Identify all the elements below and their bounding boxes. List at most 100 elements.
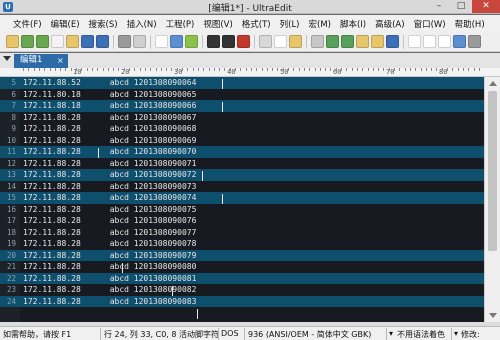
vertical-scrollbar[interactable] [484,77,500,322]
line-text[interactable]: 172.11.88.28 abcd 1201308090079 [23,250,196,262]
line-text[interactable]: 172.11.88.28 abcd 1201308090082 [23,284,196,296]
editor-line[interactable]: 20 172.11.88.28 abcd 1201308090079 [0,249,484,262]
tile-vertical-icon[interactable] [438,35,451,48]
line-text[interactable]: 172.11.88.28 abcd 1201308090070 [23,146,196,158]
line-text[interactable]: 172.11.88.28 abcd 1201308090083 [23,296,196,308]
page-icon[interactable] [155,35,168,48]
editor-line[interactable]: 22 172.11.88.28 abcd 1201308090081 [0,272,484,285]
editor-line[interactable]: 24 172.11.88.28 abcd 1201308090083 [0,295,484,308]
tab-close-icon[interactable]: × [57,54,64,67]
menu-project[interactable]: 工程(P) [163,18,198,30]
editor-line[interactable]: 23 172.11.88.28 abcd 1201308090082 [0,284,484,296]
menu-advanced[interactable]: 高级(A) [372,18,407,30]
line-text[interactable]: 172.11.80.18 abcd 1201308090065 [23,89,196,101]
menu-file[interactable]: 文件(F) [10,18,45,30]
close-button[interactable]: ✕ [472,0,500,13]
find-next-icon[interactable] [326,35,339,48]
save-icon[interactable] [81,35,94,48]
editor-line[interactable]: 12 172.11.88.28 abcd 1201308090071 [0,158,484,170]
copy-icon[interactable] [274,35,287,48]
line-text[interactable]: 172.11.88.28 abcd 1201308090072 [23,169,196,181]
play-macro-icon[interactable] [222,35,235,48]
ruler-tick [335,68,337,71]
status-syntax-highlight[interactable]: 不用语法着色 [397,329,445,340]
menu-column[interactable]: 列(L) [277,18,303,30]
line-text[interactable]: 172.11.88.28 abcd 1201308090076 [23,215,196,227]
line-text[interactable]: 172.11.88.28 abcd 1201308090077 [23,227,196,239]
editor-line[interactable]: 5 172.11.88.52 abcd 1201308090064 [0,77,484,89]
editor-line[interactable]: 19 172.11.88.28 abcd 1201308090078 [0,238,484,250]
paste-icon[interactable] [289,35,302,48]
scroll-down-icon[interactable] [489,313,497,318]
line-text[interactable]: 172.11.88.28 abcd 1201308090081 [23,273,196,285]
line-text[interactable]: 172.11.88.28 abcd 1201308090080 [23,261,196,273]
editor-line[interactable]: 17 172.11.88.28 abcd 1201308090076 [0,215,484,227]
print-preview-icon[interactable] [133,35,146,48]
line-text[interactable]: 172.11.88.28 abcd 1201308090074 [23,192,196,204]
word-wrap-icon[interactable] [185,35,198,48]
tile-horizontal-icon[interactable] [423,35,436,48]
column-mode-icon[interactable] [170,35,183,48]
scroll-up-icon[interactable] [489,81,497,86]
line-text[interactable]: 172.11.88.28 abcd 1201308090071 [23,158,196,170]
menu-macro[interactable]: 宏(M) [306,18,334,30]
line-text[interactable]: 172.11.88.28 abcd 1201308090075 [23,204,196,216]
menu-format[interactable]: 格式(T) [239,18,274,30]
editor-line[interactable]: 6 172.11.80.18 abcd 1201308090065 [0,89,484,101]
line-text[interactable]: 172.11.88.28 abcd 1201308090067 [23,112,196,124]
tab-list-dropdown-icon[interactable] [3,56,11,61]
editor-line[interactable]: 10 172.11.88.28 abcd 1201308090069 [0,135,484,147]
bookmark-icon[interactable] [386,35,399,48]
replace-icon[interactable] [341,35,354,48]
cut-icon[interactable] [259,35,272,48]
editor-line[interactable]: 7 172.11.88.18 abcd 1201308090066 [0,100,484,112]
record-macro-icon[interactable] [207,35,220,48]
editor-line[interactable]: 13 172.11.88.28 abcd 1201308090072 [0,169,484,181]
status-codepage[interactable]: 936 (ANSI/OEM - 简体中文 GBK) [248,329,371,340]
stop-icon[interactable] [237,35,250,48]
menu-edit[interactable]: 编辑(E) [48,18,83,30]
find-icon[interactable] [311,35,324,48]
menu-window[interactable]: 窗口(W) [411,18,449,30]
status-chevron-down-icon[interactable]: ▾ [454,329,458,338]
tab-document[interactable]: 编辑1 × [14,54,68,68]
split-window-icon[interactable] [408,35,421,48]
new-document-icon[interactable] [51,35,64,48]
line-text[interactable]: 172.11.88.52 abcd 1201308090064 [23,77,196,89]
toolbar-options-icon[interactable] [468,35,481,48]
editor-line[interactable]: 18 172.11.88.28 abcd 1201308090077 [0,227,484,239]
print-icon[interactable] [118,35,131,48]
browser-icon[interactable] [453,35,466,48]
editor-line[interactable]: 14 172.11.88.28 abcd 1201308090073 [0,181,484,193]
maximize-button[interactable]: □ [450,0,472,13]
save-all-icon[interactable] [96,35,109,48]
menu-search[interactable]: 搜索(S) [86,18,121,30]
menu-help[interactable]: 帮助(H) [452,18,488,30]
editor-line[interactable]: 9 172.11.88.28 abcd 1201308090068 [0,123,484,135]
line-text[interactable]: 172.11.88.28 abcd 1201308090078 [23,238,196,250]
line-text[interactable]: 172.11.88.28 abcd 1201308090068 [23,123,196,135]
forward-icon[interactable] [36,35,49,48]
editor-line[interactable]: 8 172.11.88.28 abcd 1201308090067 [0,112,484,124]
ruler-tick [452,68,454,71]
open-folder-icon[interactable] [66,35,79,48]
editor-line[interactable]: 21 172.11.88.28 abcd 1201308090080 [0,261,484,273]
menu-view[interactable]: 视图(V) [200,18,235,30]
back-icon[interactable] [21,35,34,48]
line-text[interactable]: 172.11.88.28 abcd 1201308090073 [23,181,196,193]
menu-script[interactable]: 脚本(I) [337,18,369,30]
scrollbar-thumb[interactable] [488,91,497,251]
editor-line[interactable]: 16 172.11.88.28 abcd 1201308090075 [0,204,484,216]
replace-in-files-icon[interactable] [371,35,384,48]
line-text[interactable]: 172.11.88.28 abcd 1201308090069 [23,135,196,147]
editor-line[interactable]: 15 172.11.88.28 abcd 1201308090074 [0,192,484,204]
status-chevron-down-icon[interactable]: ▾ [389,329,393,338]
minimize-button[interactable]: – [428,0,450,13]
new-file-icon[interactable] [6,35,19,48]
find-in-files-icon[interactable] [356,35,369,48]
status-line-ending[interactable]: DOS [221,329,239,338]
menu-insert[interactable]: 插入(N) [124,18,160,30]
line-text[interactable]: 172.11.88.18 abcd 1201308090066 [23,100,196,112]
editor-area[interactable]: 5 172.11.88.52 abcd 1201308090064 6 172.11.… [0,77,484,322]
editor-line[interactable]: 11 172.11.88.28 abcd 1201308090070 [0,146,484,158]
